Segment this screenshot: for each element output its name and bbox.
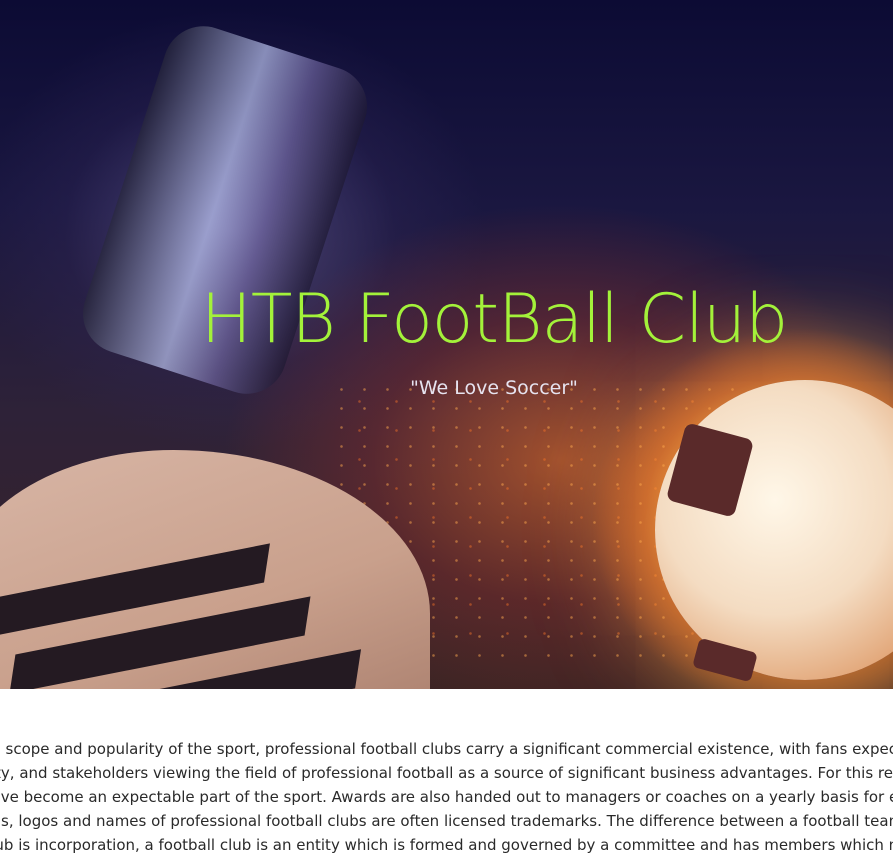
site-tagline: "We Love Soccer" <box>410 377 578 399</box>
hero-banner: HTB FootBall Club "We Love Soccer" <box>0 0 893 689</box>
article-text: he scope and popularity of the sport, pr… <box>0 737 893 857</box>
article-line: have become an expectable part of the sp… <box>0 788 893 806</box>
article-line: vity, and stakeholders viewing the field… <box>0 764 893 782</box>
site-title: HTB FootBall Club <box>200 280 789 359</box>
article-line: club is incorporation, a football club i… <box>0 836 893 854</box>
article-line: gns, logos and names of professional foo… <box>0 812 893 830</box>
article-line: he scope and popularity of the sport, pr… <box>0 740 893 758</box>
ball-patch <box>692 637 758 683</box>
